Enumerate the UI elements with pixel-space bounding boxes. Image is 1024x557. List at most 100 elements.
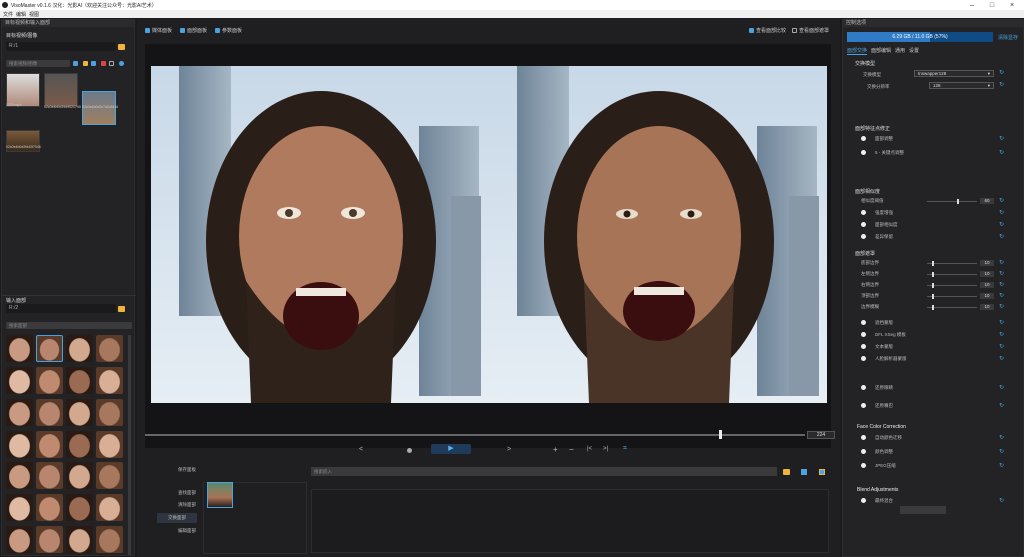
similarity-slider[interactable]: [927, 201, 977, 202]
param-panel-toggle[interactable]: 参数面板: [215, 27, 242, 34]
face-panel-toggle[interactable]: 面部面板: [180, 27, 207, 34]
input-face-thumb[interactable]: [36, 462, 63, 490]
swap-model-reset-icon[interactable]: ↻: [999, 69, 1004, 76]
input-face-thumb[interactable]: [36, 335, 63, 362]
toggle-switch[interactable]: [861, 150, 866, 155]
record-button[interactable]: [407, 448, 412, 453]
timeline-track[interactable]: [145, 434, 805, 436]
mask-slider-knob[interactable]: [932, 283, 934, 288]
filter-image-checkbox[interactable]: [91, 61, 96, 66]
menu-file[interactable]: 文件: [3, 11, 13, 18]
embedding-save-icon[interactable]: [801, 469, 807, 475]
clear-vram-button[interactable]: 清除显存: [998, 34, 1018, 41]
target-search-input[interactable]: 搜索视频/图像: [6, 60, 70, 67]
toggle-switch[interactable]: [861, 332, 866, 337]
face-compare-toggle[interactable]: 查看面部比较: [749, 27, 786, 34]
similarity-slider-knob[interactable]: [957, 199, 959, 204]
webcam-icon[interactable]: [119, 61, 124, 66]
mask-slider[interactable]: [927, 274, 977, 275]
mask-slider-value[interactable]: 10: [980, 282, 994, 288]
target-folder-icon[interactable]: [118, 44, 125, 50]
input-face-thumb[interactable]: [96, 366, 123, 394]
toggle-switch[interactable]: [861, 385, 866, 390]
target-thumb-2[interactable]: [44, 73, 78, 107]
tab-face-swap[interactable]: 面部交换: [847, 47, 868, 55]
reset-icon[interactable]: ↻: [999, 209, 1004, 216]
toggle-switch[interactable]: [861, 498, 866, 503]
reset-icon[interactable]: ↻: [999, 292, 1004, 299]
tab-face-edit[interactable]: 面部编辑: [871, 47, 891, 55]
toggle-switch[interactable]: [861, 136, 866, 141]
toggle-switch[interactable]: [861, 356, 866, 361]
input-face-thumb[interactable]: [96, 430, 123, 458]
swap-res-select[interactable]: 128 ▾: [929, 82, 994, 89]
input-face-thumb[interactable]: [66, 398, 93, 426]
similarity-reset-icon[interactable]: ↻: [999, 197, 1004, 204]
input-face-thumb[interactable]: [36, 430, 63, 458]
reset-icon[interactable]: ↻: [999, 343, 1004, 350]
input-face-thumb[interactable]: [6, 494, 33, 522]
mask-slider[interactable]: [927, 285, 977, 286]
reset-icon[interactable]: ↻: [999, 221, 1004, 228]
swap-faces-button[interactable]: 交换面部: [157, 513, 197, 523]
first-marker-button[interactable]: |<: [587, 446, 592, 452]
input-face-thumb[interactable]: [6, 335, 33, 362]
last-marker-button[interactable]: >|: [603, 446, 608, 452]
mask-slider[interactable]: [927, 296, 977, 297]
reset-icon[interactable]: ↻: [999, 259, 1004, 266]
toggle-switch[interactable]: [861, 344, 866, 349]
input-face-thumb[interactable]: [36, 398, 63, 426]
toggle-switch[interactable]: [861, 222, 866, 227]
blend-value-input[interactable]: [900, 506, 946, 514]
reset-icon[interactable]: ↻: [999, 303, 1004, 310]
menu-edit[interactable]: 编辑: [16, 11, 26, 18]
toggle-switch[interactable]: [861, 449, 866, 454]
mask-slider-knob[interactable]: [932, 272, 934, 277]
input-folder-icon[interactable]: [118, 306, 125, 312]
embedding-search-input[interactable]: 搜索嵌入: [311, 467, 777, 476]
reset-icon[interactable]: ↻: [999, 270, 1004, 277]
input-face-thumb[interactable]: [6, 462, 33, 490]
face-grid-scrollbar[interactable]: [128, 335, 131, 555]
input-face-thumb[interactable]: [96, 494, 123, 522]
filter-image-icon[interactable]: [101, 61, 106, 66]
minimize-icon[interactable]: –: [964, 0, 980, 10]
filter-video-checkbox[interactable]: [73, 61, 78, 66]
add-marker-button[interactable]: +: [553, 445, 558, 454]
mask-slider-value[interactable]: 10: [980, 260, 994, 266]
input-face-thumb[interactable]: [66, 335, 93, 362]
swap-res-reset-icon[interactable]: ↻: [999, 81, 1004, 88]
reset-icon[interactable]: ↻: [999, 402, 1004, 409]
input-face-thumb[interactable]: [66, 494, 93, 522]
toggle-switch[interactable]: [861, 210, 866, 215]
toggle-switch[interactable]: [861, 435, 866, 440]
input-face-thumb[interactable]: [36, 366, 63, 394]
filter-folder-icon[interactable]: [83, 61, 88, 66]
menu-view[interactable]: 视图: [29, 11, 39, 18]
play-button[interactable]: ▶: [431, 444, 471, 454]
input-face-thumb[interactable]: [6, 430, 33, 458]
reset-icon[interactable]: ↻: [999, 355, 1004, 362]
mask-slider-knob[interactable]: [932, 261, 934, 266]
mask-slider-value[interactable]: 10: [980, 304, 994, 310]
input-face-thumb[interactable]: [96, 335, 123, 362]
save-panel-button[interactable]: 保存面板: [157, 465, 217, 475]
reset-icon[interactable]: ↻: [999, 434, 1004, 441]
input-face-thumb[interactable]: [66, 526, 93, 554]
target-thumb-1[interactable]: [6, 73, 40, 107]
similarity-value[interactable]: 60: [980, 198, 994, 204]
input-face-thumb[interactable]: [66, 366, 93, 394]
filter-webcam-checkbox[interactable]: [109, 61, 114, 66]
reset-icon[interactable]: ↻: [999, 319, 1004, 326]
reset-icon[interactable]: ↻: [999, 281, 1004, 288]
mask-slider-value[interactable]: 10: [980, 271, 994, 277]
found-face-thumb[interactable]: [207, 482, 233, 508]
toggle-switch[interactable]: [861, 320, 866, 325]
reset-icon[interactable]: ↻: [999, 331, 1004, 338]
tab-common[interactable]: 通用: [895, 47, 905, 55]
mask-slider-value[interactable]: 10: [980, 293, 994, 299]
toggle-switch[interactable]: [861, 403, 866, 408]
mask-slider[interactable]: [927, 307, 977, 308]
input-face-thumb[interactable]: [36, 494, 63, 522]
face-search-input[interactable]: 搜索面部: [6, 322, 132, 329]
